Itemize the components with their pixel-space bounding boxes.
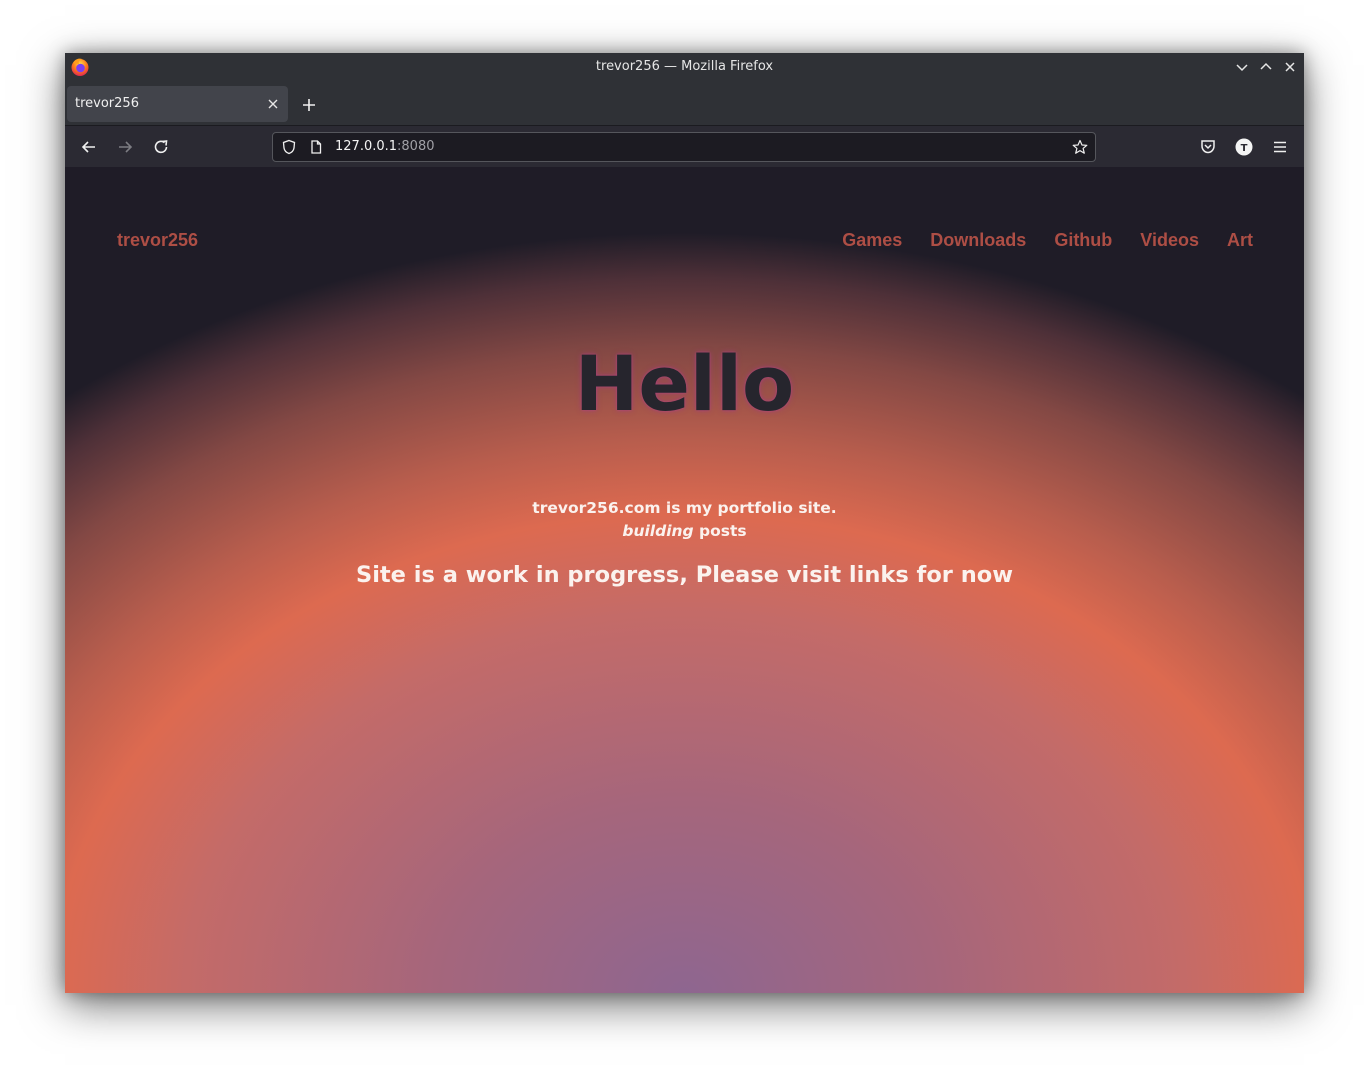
tagline-rest: posts [693, 522, 747, 540]
page-info-document-icon[interactable] [308, 139, 324, 155]
tagline: trevor256.com is my portfolio site. buil… [65, 497, 1304, 543]
forward-arrow-icon[interactable] [115, 137, 135, 157]
new-tab-plus-icon[interactable] [300, 96, 318, 114]
tracking-protection-shield-icon[interactable] [281, 139, 297, 155]
nav-link-downloads[interactable]: Downloads [930, 230, 1026, 251]
minimize-chevron-down-icon[interactable] [1233, 58, 1251, 76]
hamburger-menu-icon[interactable] [1270, 137, 1290, 157]
tab-trevor256[interactable]: trevor256 [67, 86, 288, 122]
pocket-icon[interactable] [1198, 137, 1218, 157]
tab-label: trevor256 [75, 96, 139, 111]
window-title: trevor256 — Mozilla Firefox [595, 59, 774, 74]
tab-strip: trevor256 [65, 81, 1304, 125]
web-page: trevor256 Games Downloads Github Videos … [65, 167, 1304, 993]
nav-link-games[interactable]: Games [842, 230, 902, 251]
nav-link-art[interactable]: Art [1227, 230, 1253, 251]
site-nav: Games Downloads Github Videos Art [842, 230, 1253, 251]
account-avatar-letter: T [1241, 143, 1248, 154]
tagline-line-1: trevor256.com is my portfolio site. [532, 499, 837, 517]
maximize-chevron-up-icon[interactable] [1257, 58, 1275, 76]
nav-link-github[interactable]: Github [1054, 230, 1112, 251]
reload-icon[interactable] [151, 137, 171, 157]
tagline-line-2: building posts [65, 520, 1304, 543]
account-avatar-icon[interactable]: T [1234, 137, 1254, 157]
bookmark-star-icon[interactable] [1072, 139, 1088, 155]
close-window-icon[interactable] [1281, 58, 1299, 76]
site-logo-link[interactable]: trevor256 [117, 230, 198, 251]
tagline-emphasis: building [622, 522, 694, 540]
browser-window: trevor256 — Mozilla Firefox trevor256 12… [65, 53, 1304, 993]
wip-notice: Site is a work in progress, Please visit… [356, 562, 1013, 588]
close-tab-icon[interactable] [266, 97, 280, 111]
url-text[interactable]: 127.0.0.1:8080 [335, 139, 435, 154]
title-bar: trevor256 — Mozilla Firefox [65, 53, 1304, 81]
navigation-toolbar: 127.0.0.1:8080 T [65, 125, 1304, 168]
nav-link-videos[interactable]: Videos [1140, 230, 1199, 251]
url-bar[interactable]: 127.0.0.1:8080 [272, 132, 1096, 162]
hero-title: Hello [574, 339, 795, 428]
back-arrow-icon[interactable] [79, 137, 99, 157]
